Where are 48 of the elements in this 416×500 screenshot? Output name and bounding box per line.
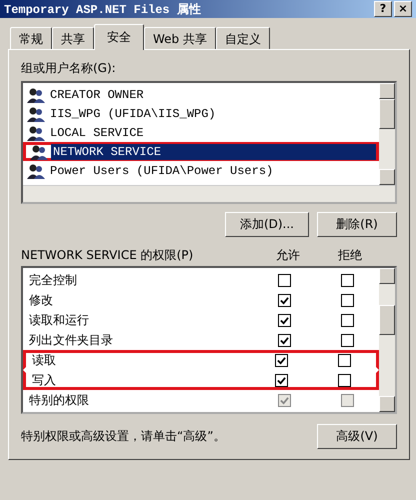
deny-checkbox[interactable] — [341, 294, 354, 306]
deny-checkbox[interactable] — [341, 334, 354, 346]
column-header: 拒绝 — [337, 247, 363, 264]
permission-name: 读取和运行 — [29, 312, 90, 328]
users-label: 组或用户名称(G): — [21, 60, 117, 77]
deny-checkbox[interactable] — [338, 374, 351, 386]
permission-name: 读取 — [32, 352, 57, 368]
allow-checkbox[interactable] — [278, 314, 291, 326]
tab[interactable]: Web 共享 — [144, 27, 216, 49]
allow-checkbox[interactable] — [278, 274, 291, 286]
permission-name: 特别的权限 — [29, 392, 90, 408]
horizontal-scrollbar[interactable] — [23, 185, 395, 202]
permissions-label: NETWORK SERVICE 的权限(P) — [21, 247, 194, 264]
permission-name: 写入 — [32, 372, 57, 388]
user-name[interactable]: IIS_WPG (UFIDA\IIS_WPG) — [48, 106, 379, 122]
tab[interactable]: 常规 — [10, 27, 52, 49]
column-header: 允许 — [275, 247, 301, 264]
advanced-note: 特别权限或高级设置，请单击“高级”。 — [21, 428, 226, 445]
tab[interactable]: 自定义 — [216, 27, 270, 49]
scrollbar[interactable] — [379, 268, 395, 412]
allow-checkbox[interactable] — [278, 294, 291, 306]
allow-checkbox[interactable] — [275, 374, 288, 386]
deny-checkbox[interactable] — [341, 274, 354, 286]
user-group-icon — [27, 86, 45, 102]
permission-name: 完全控制 — [29, 272, 78, 288]
tab[interactable]: 共享 — [52, 27, 94, 49]
allow-checkbox[interactable] — [278, 334, 291, 346]
user-name[interactable]: Power Users (UFIDA\Power Users) — [48, 162, 379, 178]
scrollbar[interactable] — [379, 83, 395, 185]
user-name[interactable]: NETWORK SERVICE — [51, 144, 376, 160]
user-group-icon — [27, 162, 45, 178]
user-group-icon — [27, 106, 45, 122]
window-title: Temporary ASP.NET Files 属性 — [4, 2, 201, 18]
user-name[interactable]: CREATOR OWNER — [48, 86, 379, 102]
add-button[interactable]: 添加(D)... — [224, 212, 309, 237]
allow-checkbox[interactable] — [275, 354, 288, 366]
user-group-icon — [30, 144, 48, 160]
remove-button[interactable]: 删除(R) — [317, 212, 397, 237]
close-button[interactable]: × — [394, 1, 412, 17]
advanced-button[interactable]: 高级(V) — [317, 424, 397, 449]
user-name[interactable]: LOCAL SERVICE — [48, 124, 379, 140]
deny-checkbox[interactable] — [341, 314, 354, 326]
help-button[interactable]: ? — [374, 1, 392, 17]
deny-checkbox[interactable] — [338, 354, 351, 366]
permission-name: 修改 — [29, 292, 54, 308]
user-group-icon — [27, 124, 45, 140]
permission-name: 列出文件夹目录 — [29, 332, 114, 348]
tab[interactable]: 安全 — [94, 24, 144, 50]
